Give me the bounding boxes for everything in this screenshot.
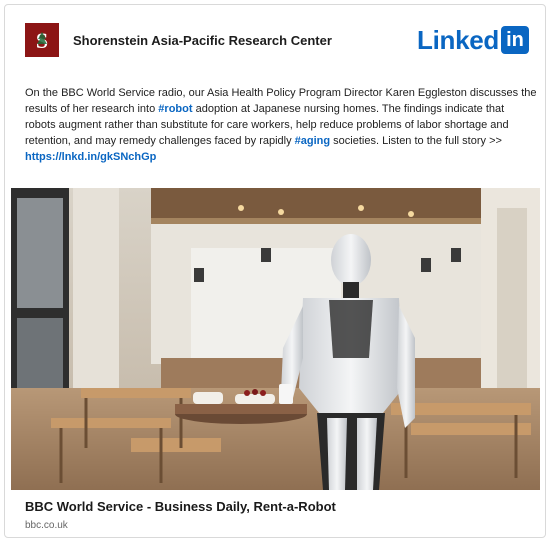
post-image[interactable] [11,188,540,490]
link-preview-title[interactable]: BBC World Service - Business Daily, Rent… [25,499,336,514]
organization-logo[interactable]: S [25,23,59,57]
post-text-part-3: societies. Listen to the full story >> [330,135,502,147]
organization-name[interactable]: Shorenstein Asia-Pacific Research Center [73,33,332,48]
link-preview[interactable]: BBC World Service - Business Daily, Rent… [25,499,336,531]
post-body-text: On the BBC World Service radio, our Asia… [25,85,537,165]
post-header: S Shorenstein Asia-Pacific Research Cent… [25,23,531,59]
hashtag-robot[interactable]: #robot [158,103,192,115]
hashtag-aging[interactable]: #aging [295,135,330,147]
story-link[interactable]: https://lnkd.in/gkSNchGp [25,151,156,163]
linkedin-post-card: S Shorenstein Asia-Pacific Research Cent… [4,4,546,538]
linkedin-wordmark: Linked [417,24,499,55]
robot-restaurant-photo [11,188,540,490]
linkedin-in-box: in [501,26,529,54]
link-preview-domain: bbc.co.uk [25,520,68,531]
linkedin-logo: Linked in [417,25,529,55]
